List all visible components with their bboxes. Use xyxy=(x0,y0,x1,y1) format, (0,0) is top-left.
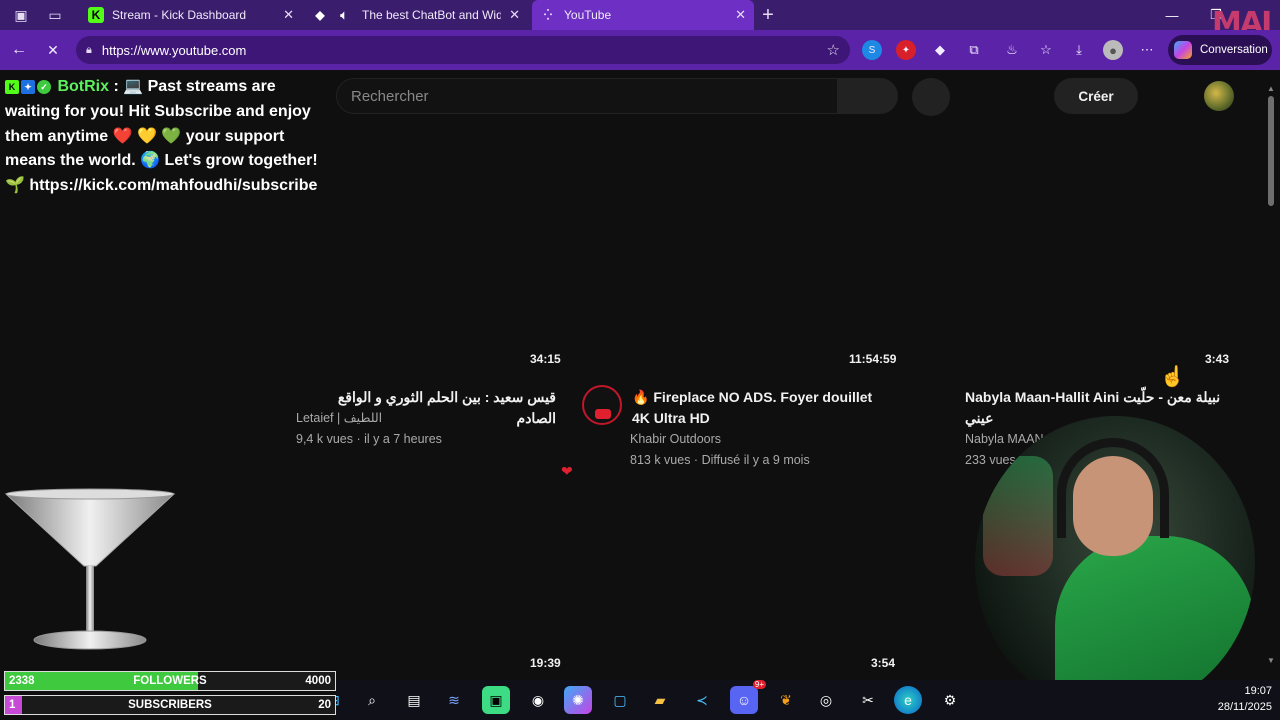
close-tab-icon[interactable]: ✕ xyxy=(283,7,294,23)
video-title[interactable]: 🔥 Fireplace NO ADS. Foyer douillet 4K Ul… xyxy=(632,387,882,429)
mouse-pointer-icon: ☝ xyxy=(1160,366,1185,388)
kick-badge-icon: K xyxy=(5,80,19,94)
video-duration: 19:39 xyxy=(530,656,561,670)
subscribers-goal-bar: 1 SUBSCRIBERS 20 xyxy=(4,695,336,715)
browser-toolbar: ← ✕ 🔒︎ https://www.youtube.com ☆ S ✦ ◆ ⧉… xyxy=(0,30,1280,70)
goal-label: SUBSCRIBERS xyxy=(128,699,212,711)
followers-goal-bar: 2338 FOLLOWERS 4000 xyxy=(4,671,336,691)
chat-message-text: : 💻 Past streams are waiting for you! Hi… xyxy=(5,78,318,195)
search-input[interactable]: Rechercher xyxy=(336,78,838,114)
minimize-icon[interactable]: — xyxy=(1150,0,1194,30)
fl-studio-icon[interactable]: ❦ xyxy=(772,686,800,714)
video-duration: 34:15 xyxy=(530,352,561,366)
recorder-icon[interactable]: ◎ xyxy=(812,686,840,714)
copilot-icon xyxy=(1174,41,1192,59)
goal-max: 20 xyxy=(318,699,331,711)
extensions-puzzle-icon[interactable]: ⧉ xyxy=(964,40,984,60)
vscode-icon[interactable]: ≺ xyxy=(688,686,716,714)
address-bar[interactable]: 🔒︎ https://www.youtube.com ☆ xyxy=(76,36,850,64)
close-tab-icon[interactable]: ✕ xyxy=(509,7,520,23)
headset-icon xyxy=(1057,438,1169,538)
edge-icon[interactable]: e xyxy=(894,686,922,714)
channel-avatar[interactable] xyxy=(582,385,622,425)
search-button[interactable] xyxy=(838,78,898,114)
goal-widget: 2338 FOLLOWERS 4000 1 SUBSCRIBERS 20 xyxy=(4,671,336,717)
task-view-icon[interactable]: ▤ xyxy=(400,686,428,714)
studio-lights xyxy=(983,456,1053,576)
video-channel[interactable]: Letaief | اللطيف xyxy=(296,408,382,429)
tab-botrix[interactable]: ◆ 🔈︎ The best ChatBot and Widge ✕ xyxy=(304,0,528,30)
extension-red-icon[interactable]: ✦ xyxy=(896,40,916,60)
downloads-icon[interactable]: ⤓ xyxy=(1069,40,1089,60)
screen-app-icon[interactable]: ▢ xyxy=(606,686,634,714)
video-duration: 3:43 xyxy=(1205,352,1230,366)
video-meta: 9,4 k vues · il y a 7 heures xyxy=(296,432,442,446)
widgets-icon[interactable]: ≋ xyxy=(440,686,468,714)
new-tab-icon[interactable]: + xyxy=(751,0,785,30)
scroll-up-arrow[interactable]: ▲ xyxy=(1266,84,1276,93)
goal-max: 4000 xyxy=(305,675,331,687)
copilot-conversation-button[interactable]: Conversation xyxy=(1168,35,1272,65)
floating-heart-icon: ❤ xyxy=(561,463,573,479)
android-app-icon[interactable]: ▣ xyxy=(482,686,510,714)
extension-s-icon[interactable]: S xyxy=(862,40,882,60)
chat-username: BotRix xyxy=(57,78,110,95)
search-icon[interactable]: ⌕ xyxy=(358,686,386,714)
workspaces-icon[interactable]: ▣ xyxy=(4,0,38,30)
more-menu-icon[interactable]: ⋯ xyxy=(1137,40,1157,60)
back-icon[interactable]: ← xyxy=(2,30,36,70)
capcut-icon[interactable]: ✂ xyxy=(854,686,882,714)
tab-title: The best ChatBot and Widge xyxy=(362,8,502,22)
system-clock[interactable]: 19:07 28/11/2025 xyxy=(1218,683,1272,715)
create-button[interactable]: Créer xyxy=(1054,78,1138,114)
kick-icon: K xyxy=(88,7,104,23)
discord-icon[interactable]: ☺ 9+ xyxy=(730,680,766,714)
speaker-icon[interactable]: 🔈︎ xyxy=(336,7,352,23)
streamer-webcam xyxy=(975,416,1255,712)
clock-date: 28/11/2025 xyxy=(1217,701,1272,713)
video-channel[interactable]: Khabir Outdoors xyxy=(630,429,721,450)
martini-glass-overlay xyxy=(4,488,176,650)
site-info-icon[interactable]: 🔒︎ xyxy=(86,44,92,57)
tab-actions-icon[interactable]: ▭ xyxy=(38,0,72,30)
video-duration: 11:54:59 xyxy=(849,352,897,366)
tab-title: YouTube xyxy=(564,8,612,22)
windows-taskbar: ⊞ ⌕ ▤ ≋ ▣ ◉ ✺ ▢ ▰ ≺ ☺9+ ❦ ◎ ✂ e ⚙ 19:07 … xyxy=(328,680,1280,720)
close-tab-icon[interactable]: ✕ xyxy=(735,7,746,23)
extension-diamond-icon[interactable]: ◆ xyxy=(930,40,950,60)
url-text: https://www.youtube.com xyxy=(101,42,247,58)
tab-kick-dashboard[interactable]: K Stream - Kick Dashboard ✕ xyxy=(80,0,302,30)
tab-title: Stream - Kick Dashboard xyxy=(112,8,247,22)
video-duration: 3:54 xyxy=(871,656,896,670)
clock-time: 19:07 xyxy=(1244,685,1272,697)
page-scrollbar[interactable]: ▲ ▼ xyxy=(1266,70,1276,670)
stop-loading-icon[interactable]: ✕ xyxy=(36,30,70,70)
scrollbar-thumb[interactable] xyxy=(1268,96,1274,206)
settings-gear-icon[interactable]: ⚙ xyxy=(936,686,964,714)
verified-badge-icon: ✓ xyxy=(37,80,51,94)
browser-tab-strip: ▣ ▭ K Stream - Kick Dashboard ✕ ◆ 🔈︎ The… xyxy=(0,0,1280,30)
performance-icon[interactable]: ♨ xyxy=(1002,40,1022,60)
copilot-label: Conversation xyxy=(1200,44,1268,56)
favorites-icon[interactable]: ☆ xyxy=(1036,40,1056,60)
video-meta: 813 k vues · Diffusé il y a 9 mois xyxy=(630,453,810,467)
favorite-star-icon[interactable]: ☆ xyxy=(827,41,840,59)
bot-badge-icon: ✦ xyxy=(21,80,35,94)
botrix-icon: ◆ xyxy=(315,8,325,22)
voice-search-button[interactable] xyxy=(912,78,950,116)
account-avatar[interactable] xyxy=(1204,81,1234,111)
file-explorer-icon[interactable]: ▰ xyxy=(646,686,674,714)
profile-avatar-icon[interactable]: ● xyxy=(1103,40,1123,60)
discord-badge: 9+ xyxy=(752,680,766,689)
goal-label: FOLLOWERS xyxy=(133,675,207,687)
chat-message-overlay: K ✦ ✓ BotRix : 💻 Past streams are waiting … xyxy=(5,75,325,199)
tab-youtube[interactable]: ⁛ YouTube ✕ xyxy=(532,0,754,30)
loading-icon: ⁛ xyxy=(544,9,552,21)
copilot-app-icon[interactable]: ✺ xyxy=(564,686,592,714)
obs-icon[interactable]: ◉ xyxy=(524,686,552,714)
scroll-down-arrow[interactable]: ▼ xyxy=(1266,656,1276,665)
